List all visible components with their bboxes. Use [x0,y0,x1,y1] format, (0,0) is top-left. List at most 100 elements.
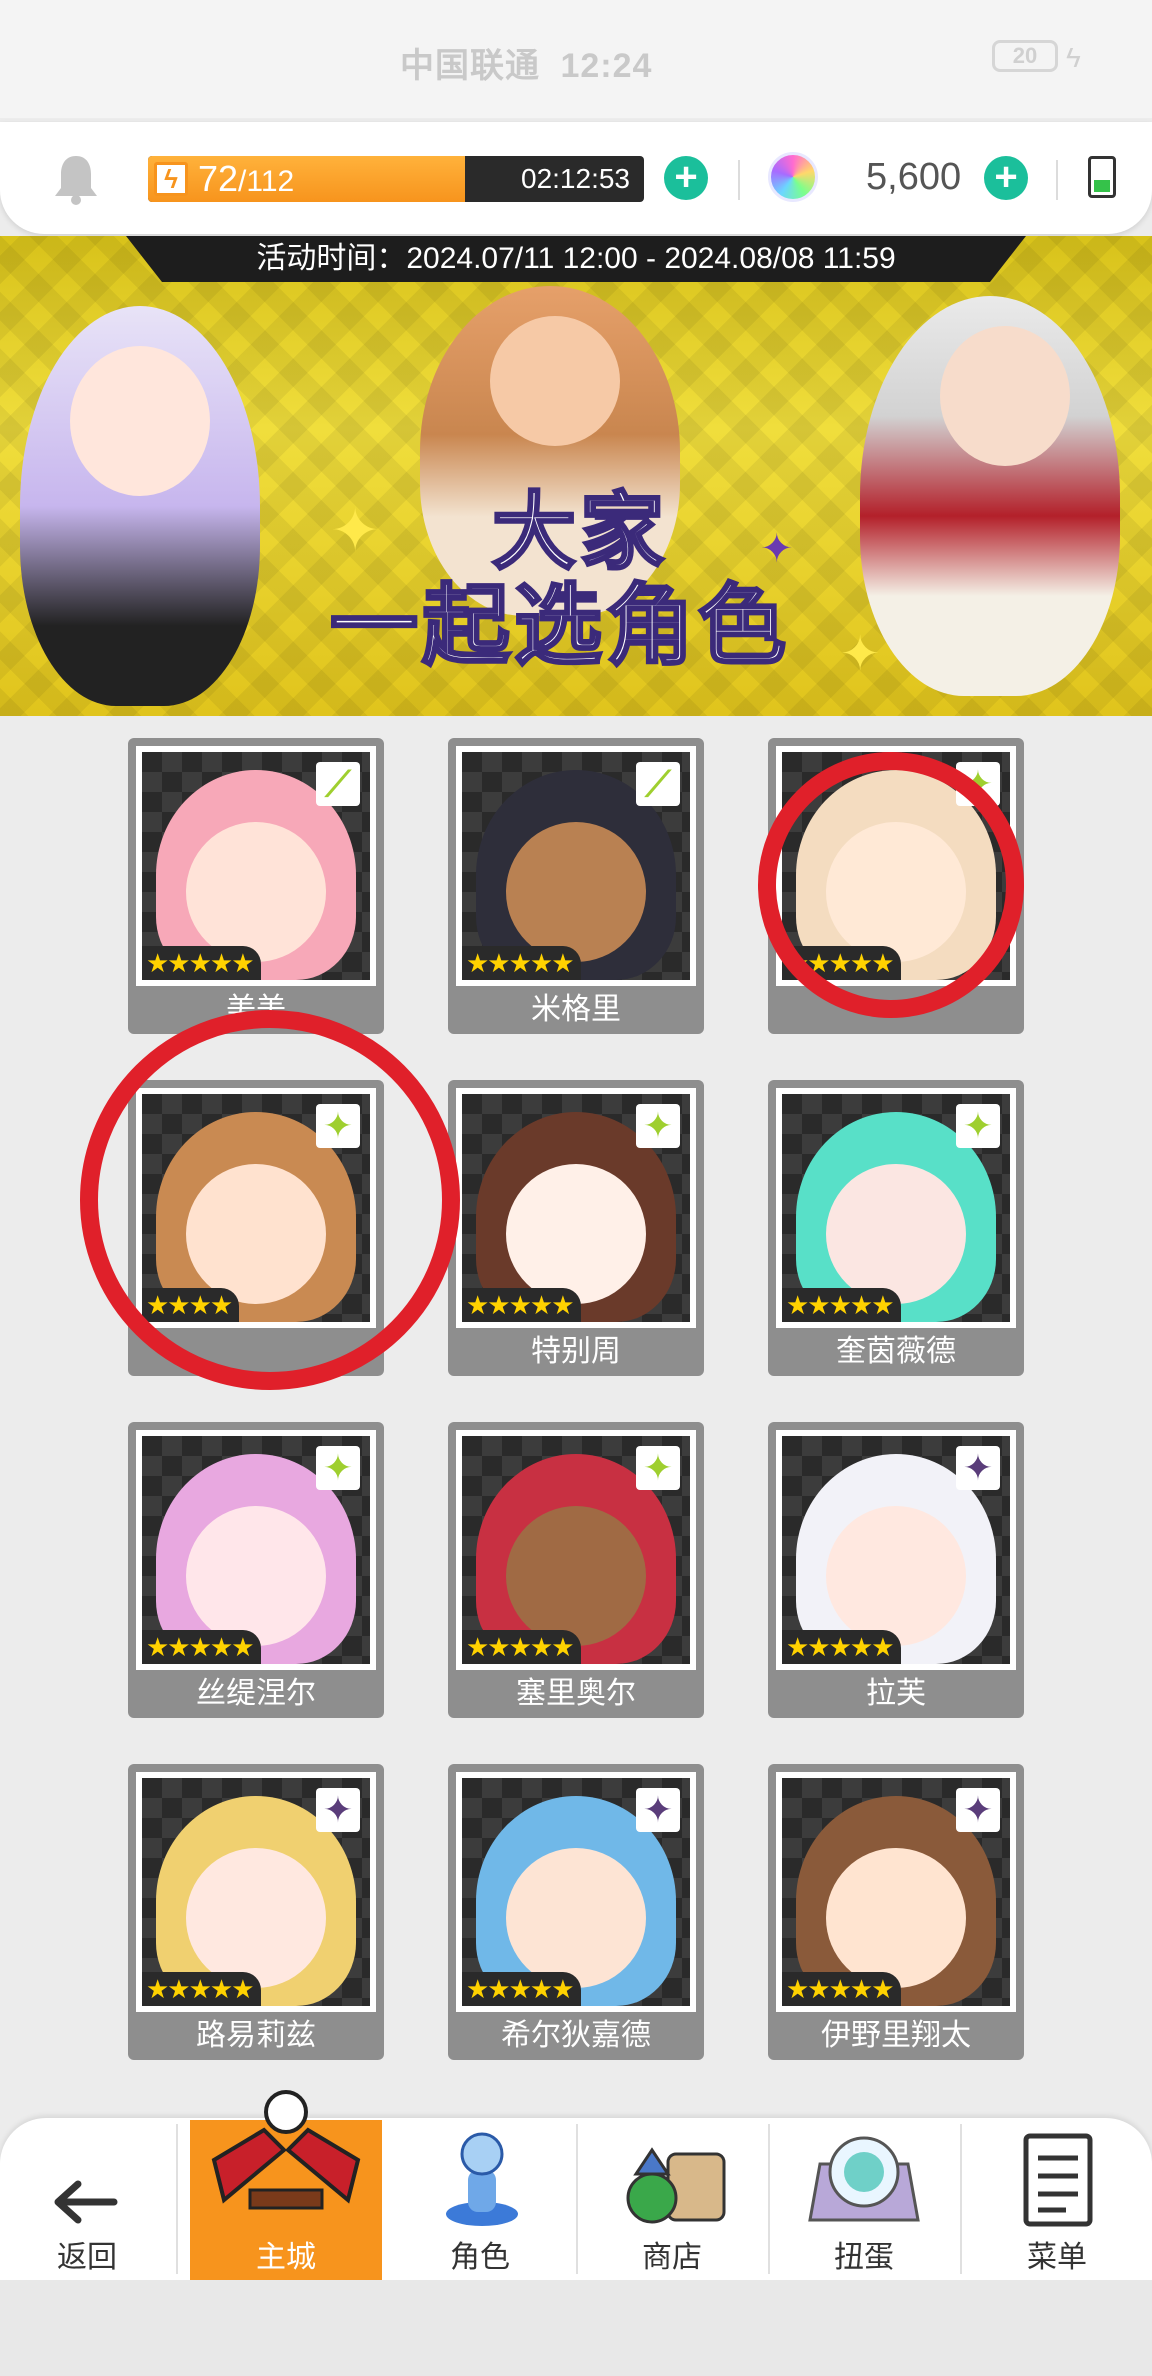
clock: 12:24 [560,47,653,85]
stamina-bar: ϟ 72/112 02:12:53 [148,156,644,202]
portrait-frame: ✦ ★★★★★ [776,1088,1016,1328]
nav-shop-label: 商店 [642,2241,702,2274]
portrait-frame: ✦ ★★★★★ [136,1772,376,2012]
character-card[interactable]: ⟋ ★★★★★ 米格里 [448,738,704,1034]
highlight-circle [758,752,1024,1018]
status-battery-icon: 20 [992,40,1058,72]
star-rating: ★★★★★ [782,1972,901,2006]
star-rating: ★★★★★ [462,1288,581,1322]
nav-bottom-strip [0,2280,1152,2376]
nav-gacha-button[interactable]: 扭蛋 [770,2120,958,2280]
character-card[interactable]: ✦ ★★★★★ 丝缇涅尔 [128,1422,384,1718]
portrait-face [186,1848,326,1988]
portrait-frame: ⟋ ★★★★★ [136,746,376,986]
character-card[interactable]: ✦ ★★★★★ 路易莉兹 [128,1764,384,2060]
character-portrait: ✦ ★★★★★ [782,1778,1010,2006]
star-rating: ★★★★★ [142,1630,261,1664]
light-element-icon: ✦ [316,1446,360,1490]
gem-count: 5,600 [866,156,962,198]
portrait-face [506,1848,646,1988]
castle-icon [211,2090,361,2210]
banner-character-right-face [940,326,1070,466]
character-name: 特别周 [531,1335,621,1368]
character-card[interactable]: ✦ ★★★★★ 希尔狄嘉德 [448,1764,704,2060]
character-name: 拉芙 [866,1677,926,1710]
character-portrait: ⟋ ★★★★★ [462,752,690,980]
character-portrait: ✦ ★★★★★ [142,1436,370,1664]
status-bar: 中国联通 12:24 20 ϟ [0,0,1152,118]
character-figure-icon [446,2132,518,2226]
portrait-face [506,822,646,962]
star-rating: ★★★★★ [782,1630,901,1664]
portrait-frame: ✦ ★★★★★ [456,1430,696,1670]
character-card[interactable]: ✦ ★★★★★ 拉芙 [768,1422,1024,1718]
stamina-timer: 02:12:53 [521,163,630,194]
gacha-machine-icon [808,2136,920,2222]
dark-element-icon: ✦ [956,1788,1000,1832]
back-arrow-icon [54,2180,118,2224]
lightning-icon: ϟ [154,162,188,196]
stamina-value: 72/112 [198,158,294,202]
character-card[interactable]: ⟋ ★★★★★ 美美 [128,738,384,1034]
portrait-face [186,822,326,962]
rainbow-gem-icon [768,152,818,202]
character-portrait: ⟋ ★★★★★ [142,752,370,980]
nav-shop-button[interactable]: 商店 [578,2120,766,2280]
nav-gacha-label: 扭蛋 [834,2241,894,2274]
nav-menu-button[interactable]: 菜单 [962,2120,1152,2280]
portrait-face [826,1848,966,1988]
nav-characters-button[interactable]: 角色 [386,2120,574,2280]
event-banner[interactable]: 活动时间：2024.07/11 12:00 - 2024.08/08 11:59… [0,236,1152,716]
nav-home-label: 主城 [256,2241,316,2274]
star-rating: ★★★★★ [462,1630,581,1664]
star-rating: ★★★★★ [142,1972,261,2006]
character-card[interactable]: ✦ ★★★★★ 奎茵薇德 [768,1080,1024,1376]
leaf-element-icon: ⟋ [316,762,360,806]
character-card[interactable]: ✦ ★★★★★ 塞里奥尔 [448,1422,704,1718]
portrait-face [826,1506,966,1646]
character-name: 丝缇涅尔 [196,1677,316,1710]
light-element-icon: ✦ [636,1446,680,1490]
banner-title-line2: 一起选角色 [328,574,790,677]
star-rating: ★★★★★ [462,946,581,980]
light-element-icon: ✦ [956,1104,1000,1148]
portrait-frame: ⟋ ★★★★★ [456,746,696,986]
portrait-face [506,1164,646,1304]
leaf-element-icon: ⟋ [636,762,680,806]
character-name: 伊野里翔太 [821,2019,971,2052]
character-name: 米格里 [531,993,621,1026]
character-portrait: ✦ ★★★★★ [462,1778,690,2006]
nav-home-button[interactable]: 主城 [190,2090,382,2280]
portrait-frame: ✦ ★★★★★ [776,1772,1016,2012]
banner-character-left-face [70,346,210,496]
character-card[interactable]: ✦ ★★★★★ 特别周 [448,1080,704,1376]
sparkle-icon: ✦ [760,527,794,571]
character-portrait: ✦ ★★★★★ [142,1778,370,2006]
character-name: 奎茵薇德 [836,1335,956,1368]
character-portrait: ✦ ★★★★★ [462,1094,690,1322]
stamina-max: /112 [238,165,295,198]
portrait-face [826,1164,966,1304]
nav-back-button[interactable]: 返回 [0,2120,174,2280]
banner-character-center-face [490,316,620,446]
dark-element-icon: ✦ [636,1788,680,1832]
add-gems-button[interactable]: + [984,156,1028,200]
add-stamina-button[interactable]: + [664,156,708,200]
star-rating: ★★★★★ [462,1972,581,2006]
nav-characters-label: 角色 [450,2241,510,2274]
portrait-frame: ✦ ★★★★★ [136,1430,376,1670]
character-portrait: ✦ ★★★★★ [782,1436,1010,1664]
character-card[interactable]: ✦ ★★★★★ 伊野里翔太 [768,1764,1024,2060]
portrait-frame: ✦ ★★★★★ [776,1430,1016,1670]
character-name: 塞里奥尔 [516,1677,636,1710]
stamina-fill [148,156,466,202]
bell-icon[interactable] [52,152,100,206]
character-portrait: ✦ ★★★★★ [462,1436,690,1664]
divider [1056,160,1058,200]
divider [176,2124,178,2274]
nav-menu-label: 菜单 [1027,2241,1087,2274]
star-rating: ★★★★★ [142,946,261,980]
event-time: 活动时间：2024.07/11 12:00 - 2024.08/08 11:59 [126,236,1026,282]
banner-title: 大家 一起选角色 [300,485,860,676]
menu-list-icon [1023,2133,1093,2227]
